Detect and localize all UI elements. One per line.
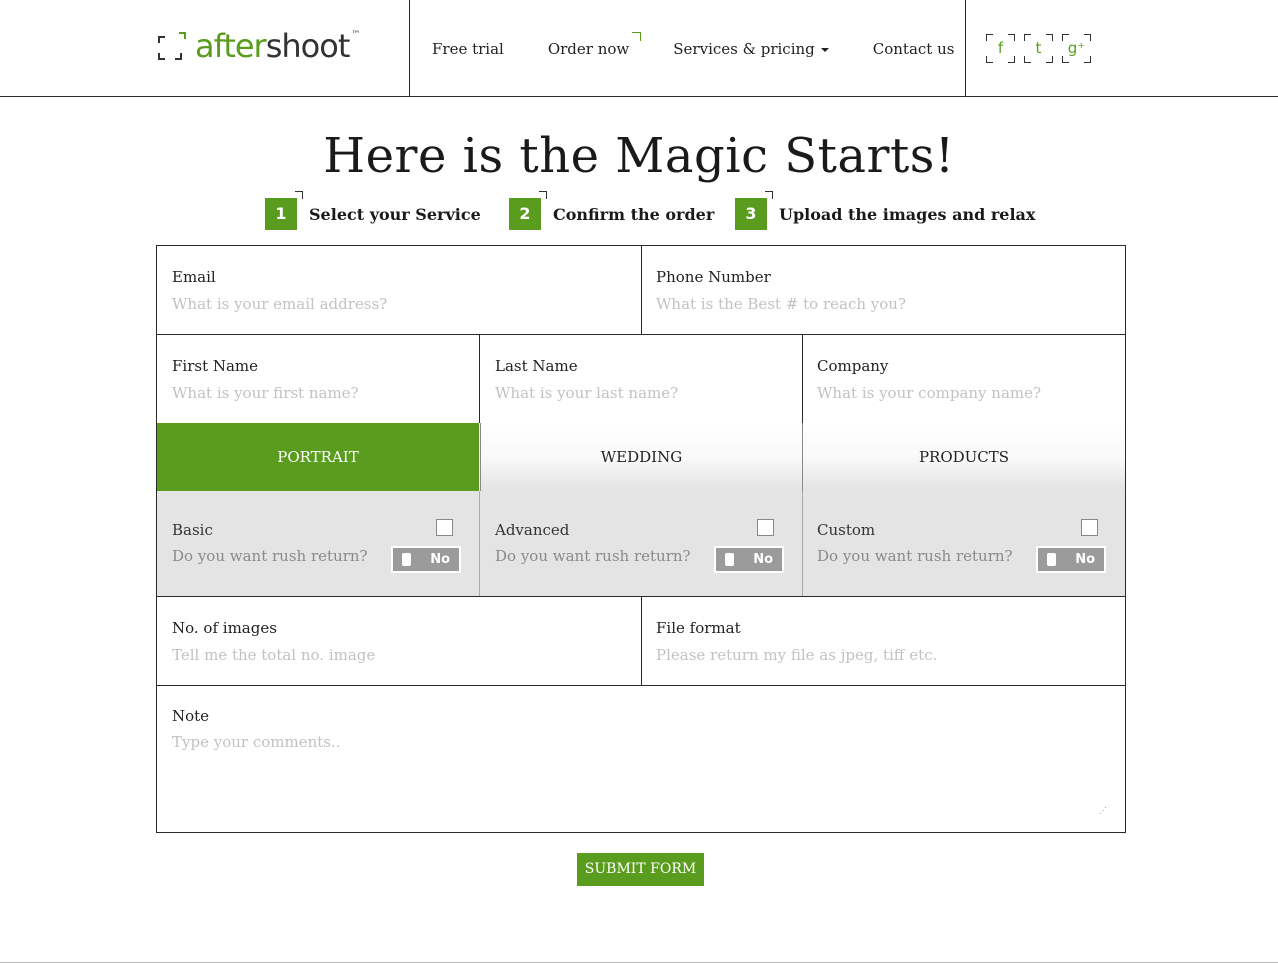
- note-cell: Note ⋰: [157, 686, 1125, 832]
- option-basic: Basic Do you want rush return? No: [157, 491, 479, 596]
- logo-text: aftershoot: [195, 27, 350, 65]
- resize-handle-icon[interactable]: ⋰: [1099, 807, 1107, 815]
- step-2: 2 Confirm the order: [509, 191, 715, 230]
- nav-contact-us[interactable]: Contact us: [851, 30, 977, 68]
- step-number-badge: 3: [735, 191, 773, 230]
- num-images-label: No. of images: [172, 619, 277, 637]
- first-name-cell: First Name: [157, 335, 479, 423]
- option-checkbox[interactable]: [436, 519, 453, 536]
- toggle-knob: [725, 553, 734, 566]
- num-images-cell: No. of images: [157, 597, 641, 685]
- toggle-label: No: [1075, 552, 1095, 567]
- site-header: aftershoot ™ Free trial Order now Servic…: [0, 0, 1278, 97]
- header-divider: [965, 0, 966, 97]
- social-links: f t g⁺: [986, 34, 1091, 63]
- note-textarea[interactable]: [172, 733, 1110, 803]
- rush-return-question: Do you want rush return?: [495, 547, 691, 565]
- last-name-label: Last Name: [495, 357, 578, 375]
- step-1: 1 Select your Service: [265, 191, 481, 230]
- num-images-field[interactable]: [172, 646, 626, 664]
- last-name-field[interactable]: [495, 384, 787, 402]
- order-form: Email Phone Number First Name Last Name …: [156, 245, 1126, 833]
- step-number-badge: 1: [265, 191, 303, 230]
- email-cell: Email: [157, 246, 641, 334]
- nav-free-trial[interactable]: Free trial: [410, 30, 526, 68]
- company-cell: Company: [802, 335, 1125, 423]
- toggle-knob: [1047, 553, 1056, 566]
- step-label: Confirm the order: [553, 204, 715, 224]
- company-field[interactable]: [817, 384, 1110, 402]
- file-format-field[interactable]: [656, 646, 1110, 664]
- corner-accent-icon: [632, 31, 642, 41]
- first-name-field[interactable]: [172, 384, 464, 402]
- nav-order-now[interactable]: Order now: [526, 30, 651, 68]
- option-name: Custom: [817, 521, 876, 539]
- note-label: Note: [172, 707, 210, 725]
- order-steps: 1 Select your Service 2 Confirm the orde…: [0, 191, 1278, 230]
- google-plus-icon[interactable]: g⁺: [1062, 34, 1091, 63]
- last-name-cell: Last Name: [480, 335, 802, 423]
- first-name-label: First Name: [172, 357, 259, 375]
- file-format-label: File format: [656, 619, 741, 637]
- nav-services-pricing[interactable]: Services & pricing: [651, 30, 851, 68]
- tab-portrait[interactable]: PORTRAIT: [157, 423, 479, 491]
- file-format-cell: File format: [641, 597, 1125, 685]
- step-number-badge: 2: [509, 191, 547, 230]
- page-title: Here is the Magic Starts!: [323, 128, 955, 184]
- tab-products[interactable]: PRODUCTS: [802, 423, 1125, 491]
- step-label: Upload the images and relax: [779, 204, 1036, 224]
- step-label: Select your Service: [309, 204, 481, 224]
- rush-return-question: Do you want rush return?: [817, 547, 1013, 565]
- phone-label: Phone Number: [656, 268, 771, 286]
- nav-services-label: Services & pricing: [673, 39, 815, 58]
- nav-order-now-label: Order now: [547, 39, 630, 58]
- step-3: 3 Upload the images and relax: [735, 191, 1036, 230]
- logo-trademark: ™: [351, 30, 361, 40]
- option-name: Basic: [172, 521, 213, 539]
- tab-wedding[interactable]: WEDDING: [480, 423, 802, 491]
- rush-return-toggle[interactable]: No: [714, 546, 784, 573]
- company-label: Company: [817, 357, 889, 375]
- option-custom: Custom Do you want rush return? No: [802, 491, 1125, 596]
- option-checkbox[interactable]: [757, 519, 774, 536]
- option-advanced: Advanced Do you want rush return? No: [480, 491, 802, 596]
- phone-field[interactable]: [656, 295, 1110, 313]
- option-name: Advanced: [495, 521, 570, 539]
- email-label: Email: [172, 268, 216, 286]
- facebook-icon[interactable]: f: [986, 34, 1015, 63]
- service-options: Basic Do you want rush return? No Advanc…: [157, 491, 1125, 596]
- rush-return-toggle[interactable]: No: [1036, 546, 1106, 573]
- twitter-icon[interactable]: t: [1024, 34, 1053, 63]
- main-nav: Free trial Order now Services & pricing …: [410, 0, 965, 97]
- rush-return-toggle[interactable]: No: [391, 546, 461, 573]
- submit-button[interactable]: SUBMIT FORM: [577, 853, 704, 886]
- dropdown-caret-icon: [820, 47, 829, 52]
- toggle-knob: [402, 553, 411, 566]
- email-field[interactable]: [172, 295, 626, 313]
- toggle-label: No: [430, 552, 450, 567]
- logo-bracket-icon: [158, 32, 186, 60]
- rush-return-question: Do you want rush return?: [172, 547, 368, 565]
- aftershoot-logo[interactable]: aftershoot ™: [158, 28, 360, 64]
- toggle-label: No: [753, 552, 773, 567]
- option-checkbox[interactable]: [1081, 519, 1098, 536]
- phone-cell: Phone Number: [641, 246, 1125, 334]
